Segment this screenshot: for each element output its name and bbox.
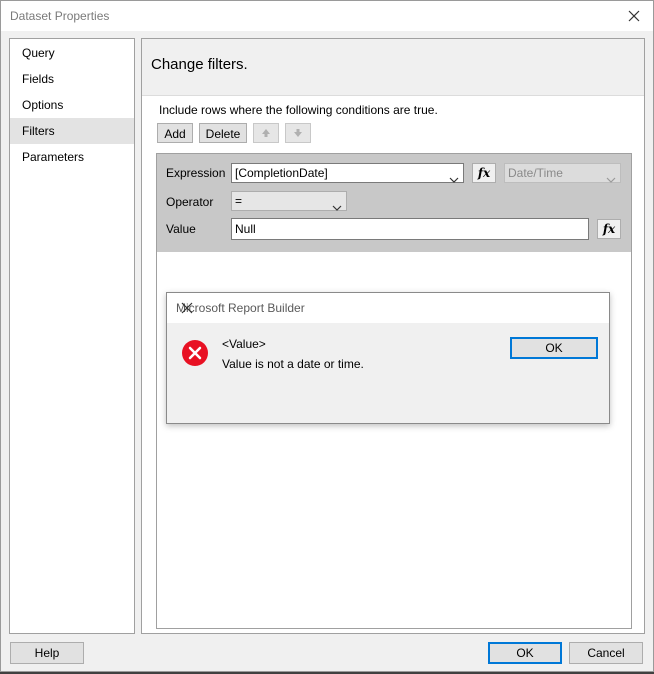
- type-value: Date/Time: [508, 166, 563, 180]
- value-fx-button[interactable]: fx: [597, 219, 621, 239]
- content-header: Change filters.: [142, 39, 644, 96]
- type-dropdown: Date/Time: [504, 163, 621, 183]
- intro-text: Include rows where the following conditi…: [159, 103, 438, 117]
- chevron-down-icon: [449, 170, 459, 188]
- add-button[interactable]: Add: [157, 123, 193, 143]
- message-text: Value is not a date or time.: [222, 357, 364, 371]
- move-up-button[interactable]: [253, 123, 279, 143]
- chevron-down-icon: [606, 170, 616, 188]
- expression-label: Expression: [166, 166, 226, 180]
- nav-item-parameters[interactable]: Parameters: [10, 144, 134, 170]
- move-down-button[interactable]: [285, 123, 311, 143]
- expression-dropdown[interactable]: [CompletionDate]: [231, 163, 464, 183]
- close-icon[interactable]: [176, 298, 601, 321]
- close-icon[interactable]: [623, 6, 645, 26]
- nav-item-options[interactable]: Options: [10, 92, 134, 118]
- operator-label: Operator: [166, 195, 214, 209]
- dialog-title: Dataset Properties: [10, 9, 110, 23]
- page-title: Change filters.: [151, 56, 248, 73]
- ok-button[interactable]: OK: [488, 642, 562, 664]
- message-ok-button[interactable]: OK: [510, 337, 598, 359]
- operator-value: =: [235, 194, 243, 208]
- message-heading: <Value>: [222, 337, 266, 351]
- help-button[interactable]: Help: [10, 642, 84, 664]
- value-input[interactable]: Null: [231, 218, 589, 240]
- title-bar: Dataset Properties: [1, 1, 653, 31]
- value-label: Value: [166, 222, 196, 236]
- filter-row: Expression [CompletionDate] fx Date/Time…: [157, 154, 631, 252]
- chevron-down-icon: [332, 198, 342, 216]
- error-icon: [181, 339, 209, 370]
- expression-fx-button[interactable]: fx: [472, 163, 496, 183]
- nav-list: Query Fields Options Filters Parameters: [9, 38, 135, 634]
- cancel-button[interactable]: Cancel: [569, 642, 643, 664]
- nav-item-query[interactable]: Query: [10, 40, 134, 66]
- expression-value: [CompletionDate]: [235, 166, 328, 180]
- message-box-title-bar: Microsoft Report Builder: [167, 293, 609, 323]
- nav-item-filters[interactable]: Filters: [10, 118, 134, 144]
- delete-button[interactable]: Delete: [199, 123, 247, 143]
- operator-dropdown[interactable]: =: [231, 191, 347, 211]
- nav-item-fields[interactable]: Fields: [10, 66, 134, 92]
- arrow-down-icon: [293, 127, 303, 141]
- arrow-up-icon: [261, 127, 271, 141]
- message-box: Microsoft Report Builder <Value> Value i…: [166, 292, 610, 424]
